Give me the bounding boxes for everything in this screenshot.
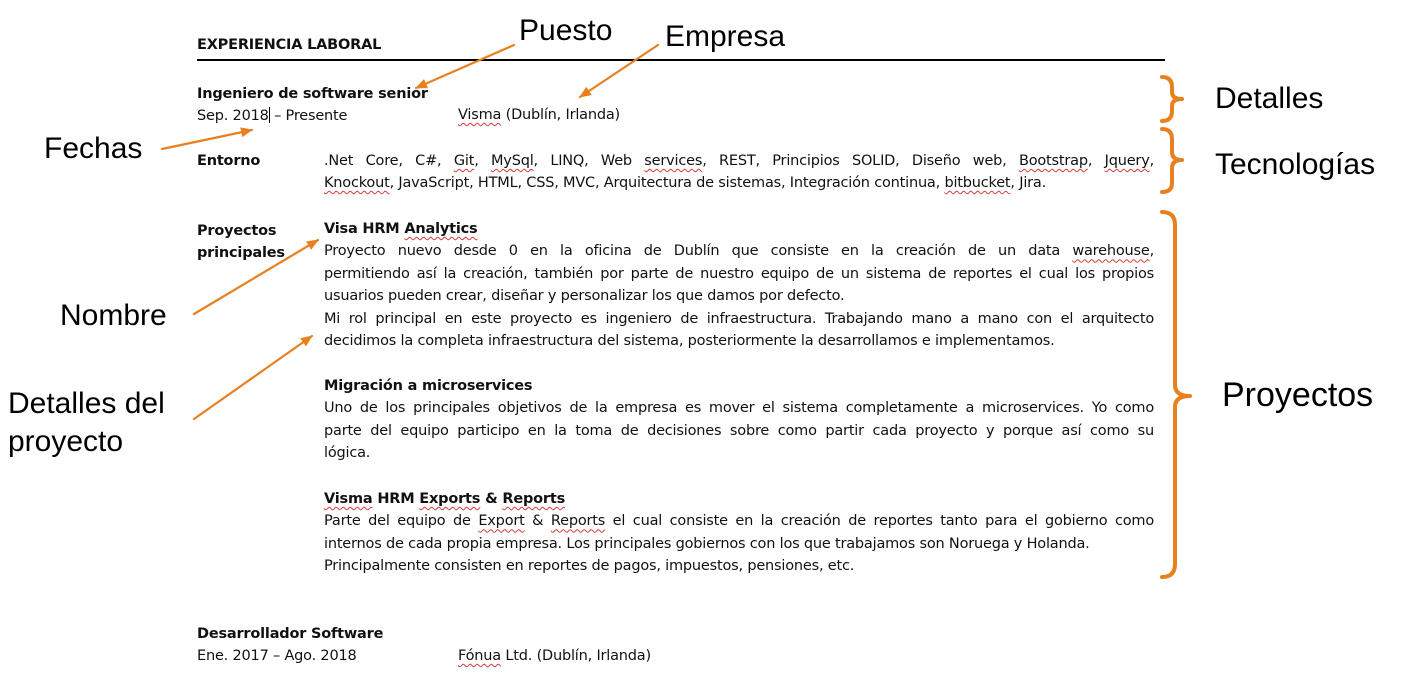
arrow-empresa [578, 43, 660, 99]
annotation-fechas: Fechas [44, 132, 143, 165]
annotation-detalles-proyecto-line-2: proyecto [8, 425, 124, 458]
bracket-tecnologias [1160, 127, 1184, 194]
annotation-overlay [160, 43, 1192, 579]
annotation-nombre: Nombre [60, 299, 167, 332]
arrow-detalles-proyecto [192, 334, 314, 421]
bracket-proyectos [1160, 210, 1192, 579]
annotation-puesto: Puesto [519, 14, 613, 47]
annotation-tecnologias: Tecnologías [1215, 148, 1376, 181]
annotation-detalles-proyecto-line-1: Detalles del [8, 387, 165, 420]
annotation-detalles-proyecto: Detalles del proyecto [8, 385, 165, 461]
arrow-fechas [160, 127, 254, 151]
arrow-nombre [192, 238, 320, 316]
annotation-proyectos: Proyectos [1222, 376, 1374, 414]
annotation-detalles: Detalles [1215, 82, 1324, 115]
annotation-empresa: Empresa [665, 20, 786, 53]
bracket-detalles [1160, 75, 1184, 123]
arrow-puesto [414, 43, 516, 90]
